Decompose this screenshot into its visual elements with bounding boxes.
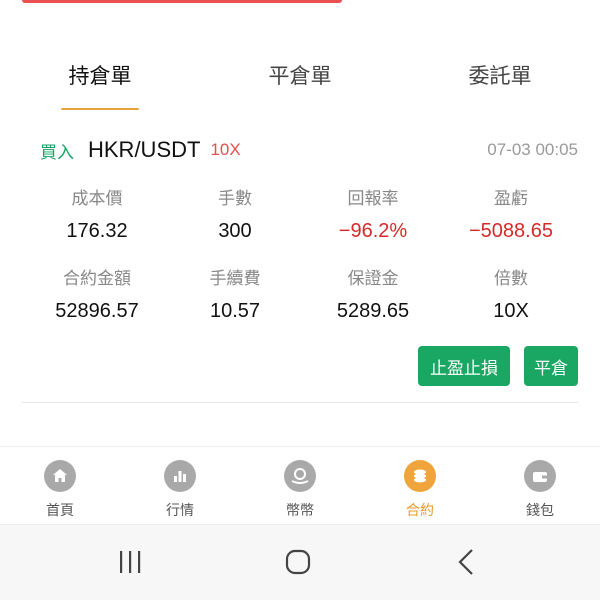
close-position-button[interactable]: 平倉: [524, 346, 578, 386]
card-divider: [22, 402, 578, 403]
nav-contract-label: 合約: [406, 503, 434, 519]
return-rate-label: 回報率: [347, 189, 399, 209]
nav-market-label: 行情: [166, 503, 194, 519]
fee-label: 手續費: [209, 269, 261, 289]
position-header: 買入 HKR/USDT 10X 07-03 00:05: [0, 128, 600, 172]
tab-pending-orders-label: 委託單: [468, 64, 532, 88]
order-time: 07-03 00:05: [487, 140, 578, 159]
field-values-row-1: 176.32 300 −96.2% −5088.65: [28, 220, 580, 243]
side-label: 買入: [40, 142, 74, 163]
exchange-icon: [284, 460, 316, 492]
home-icon: [44, 460, 76, 492]
tab-underline: [261, 108, 339, 110]
lots-label: 手數: [218, 189, 252, 209]
lots-value: 300: [218, 220, 252, 242]
home-button-icon[interactable]: [280, 545, 316, 579]
field-labels-row-2: 合約金額 手續費 保證金 倍數: [28, 264, 580, 289]
margin-value: 5289.65: [336, 300, 410, 322]
pair-symbol: HKR/USDT: [88, 137, 201, 162]
tab-positions[interactable]: 持倉單: [0, 42, 200, 110]
field-values-row-2: 52896.57 10.57 5289.65 10X: [28, 300, 580, 323]
bottom-nav: 首頁 行情 幣幣 合約 錢包: [0, 448, 600, 524]
position-card: 買入 HKR/USDT 10X 07-03 00:05 成本價 手數 回報率 盈…: [0, 128, 600, 386]
nav-spot-label: 幣幣: [286, 503, 314, 519]
multiplier-label: 倍數: [494, 269, 528, 289]
margin-label: 保證金: [347, 269, 399, 289]
order-tabs: 持倉單 平倉單 委託單: [0, 42, 600, 110]
tab-closed-orders[interactable]: 平倉單: [200, 42, 400, 110]
nav-item-spot[interactable]: 幣幣: [240, 448, 360, 524]
active-tab-indicator: [61, 108, 139, 110]
nav-item-wallet[interactable]: 錢包: [480, 448, 600, 524]
field-labels-row-1: 成本價 手數 回報率 盈虧: [28, 184, 580, 209]
chart-icon: [164, 460, 196, 492]
contract-amount-label: 合約金額: [63, 269, 131, 289]
nav-item-home[interactable]: 首頁: [0, 448, 120, 524]
recent-apps-icon[interactable]: [112, 545, 148, 579]
cost-price-label: 成本價: [71, 189, 123, 209]
pnl-label: 盈虧: [494, 189, 528, 209]
wallet-icon: [524, 460, 556, 492]
take-profit-stop-loss-button[interactable]: 止盈止損: [418, 346, 510, 386]
tab-positions-label: 持倉單: [68, 64, 132, 88]
nav-home-label: 首頁: [46, 503, 74, 519]
coins-icon: [404, 460, 436, 492]
nav-divider: [0, 446, 600, 447]
top-banner-edge: [22, 0, 342, 3]
leverage-badge: 10X: [210, 140, 241, 159]
pnl-value: −5088.65: [469, 220, 553, 242]
tab-underline: [461, 108, 539, 110]
tab-closed-orders-label: 平倉單: [268, 64, 332, 88]
multiplier-value: 10X: [493, 300, 529, 322]
nav-item-contract[interactable]: 合約: [360, 448, 480, 524]
system-navigation-bar: [0, 524, 600, 600]
nav-wallet-label: 錢包: [526, 503, 554, 519]
nav-item-market[interactable]: 行情: [120, 448, 240, 524]
back-icon[interactable]: [452, 545, 480, 579]
fee-value: 10.57: [209, 300, 261, 322]
cost-price-value: 176.32: [66, 220, 128, 242]
contract-amount-value: 52896.57: [55, 300, 139, 322]
return-rate-value: −96.2%: [338, 220, 408, 242]
tab-pending-orders[interactable]: 委託單: [400, 42, 600, 110]
